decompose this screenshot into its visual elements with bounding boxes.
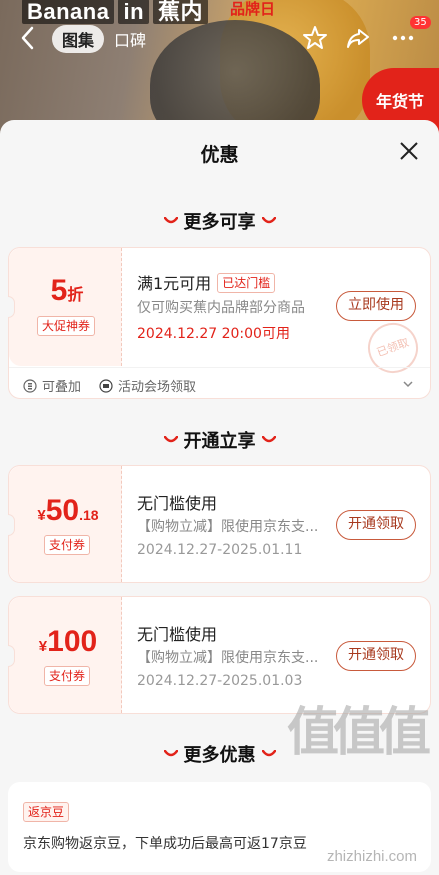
bean-description: 京东购物返京豆，下单成功后最高可返17京豆 [23, 836, 307, 852]
back-arrow-icon[interactable] [18, 24, 38, 52]
top-nav-bar: 图集 口碑 35 [0, 16, 439, 56]
coupon-value: ¥100 [21, 625, 115, 659]
section-heading: 开通立享 [0, 427, 439, 453]
promo-text: 品牌日 [230, 0, 276, 18]
smile-decoration-icon [163, 750, 178, 757]
coupon-title: 满1元可用 已达门槛 [137, 270, 276, 294]
smile-decoration-icon [163, 217, 178, 224]
coupon-title: 无门槛使用 [137, 625, 218, 644]
coupon-type-tag: 支付券 [44, 666, 91, 686]
coupon-value: ¥50.18 [21, 494, 115, 528]
amount-integer: 100 [47, 625, 98, 658]
media-tabs: 图集 口碑 [52, 25, 156, 53]
smile-decoration-icon [261, 750, 276, 757]
section-title: 更多优惠 [183, 745, 256, 766]
smile-decoration-icon [163, 436, 178, 443]
section-title: 更多可享 [183, 212, 256, 233]
star-icon[interactable] [302, 25, 328, 51]
close-icon[interactable] [397, 139, 421, 163]
currency-symbol: ¥ [38, 638, 48, 655]
chevron-down-icon[interactable] [402, 378, 414, 390]
coupon-valid-date: 2024.12.27-2025.01.11 [137, 542, 303, 558]
coupon-type-tag: 大促神券 [37, 316, 96, 336]
activate-claim-button[interactable]: 开通领取 [336, 510, 416, 540]
source-label: 活动会场领取 [118, 380, 197, 395]
stack-icon [23, 378, 37, 393]
threshold-met-badge: 已达门槛 [217, 273, 276, 293]
currency-symbol: ¥ [37, 507, 46, 524]
coupon-valid-date: 2024.12.27 20:00可用 [137, 326, 290, 342]
stackable-label: 可叠加 [42, 380, 82, 395]
coupon-footer: 可叠加 活动会场领取 [9, 367, 430, 399]
coupon-type-tag: 支付券 [44, 535, 91, 555]
coupon-description: 【购物立减】限使用京东支... [137, 519, 319, 535]
brand-word: Banana [22, 0, 115, 24]
site-watermark-url: zhizhizhi.com [326, 848, 417, 865]
amount-decimal: .18 [79, 507, 99, 523]
tab-gallery[interactable]: 图集 [52, 25, 105, 53]
tab-reviews[interactable]: 口碑 [104, 25, 156, 53]
activate-claim-button[interactable]: 开通领取 [336, 641, 416, 671]
source-info: 活动会场领取 [99, 376, 196, 395]
stackable-info: 可叠加 [23, 376, 81, 395]
share-icon[interactable] [345, 25, 371, 51]
coupon-description: 仅可购买蕉内品牌部分商品 [137, 300, 305, 316]
amount-integer: 50 [45, 494, 80, 527]
venue-icon [99, 378, 113, 393]
bean-tag: 返京豆 [23, 802, 70, 822]
coupon-value: 5折 [29, 274, 105, 308]
brand-word: in [118, 0, 150, 24]
section-heading: 更多可享 [0, 208, 439, 234]
brand-word: 蕉内 [153, 0, 209, 24]
more-dots-icon[interactable] [390, 25, 416, 51]
discount-unit: 折 [67, 287, 84, 304]
coupon-card-pay-50: ¥50.18 支付券 无门槛使用 【购物立减】限使用京东支... 2024.12… [8, 465, 431, 583]
section-title: 开通立享 [183, 431, 256, 452]
coupon-description: 【购物立减】限使用京东支... [137, 650, 319, 666]
discount-number: 5 [50, 274, 68, 307]
notification-badge: 35 [410, 16, 431, 29]
smile-decoration-icon [261, 436, 276, 443]
coupon-notch [8, 645, 15, 667]
use-now-button[interactable]: 立即使用 [336, 291, 416, 321]
smile-decoration-icon [261, 217, 276, 224]
coupon-notch [8, 514, 15, 536]
coupon-valid-date: 2024.12.27-2025.01.03 [137, 673, 303, 689]
coupon-notch [8, 296, 15, 318]
site-watermark: 值值值 [286, 703, 431, 763]
coupon-title: 无门槛使用 [137, 494, 218, 513]
sheet-title: 优惠 [200, 144, 239, 166]
coupon-card-discount: 5折 大促神券 满1元可用 已达门槛 仅可购买蕉内品牌部分商品 2024.12.2… [8, 247, 431, 399]
coupon-condition: 满1元可用 [137, 274, 212, 293]
